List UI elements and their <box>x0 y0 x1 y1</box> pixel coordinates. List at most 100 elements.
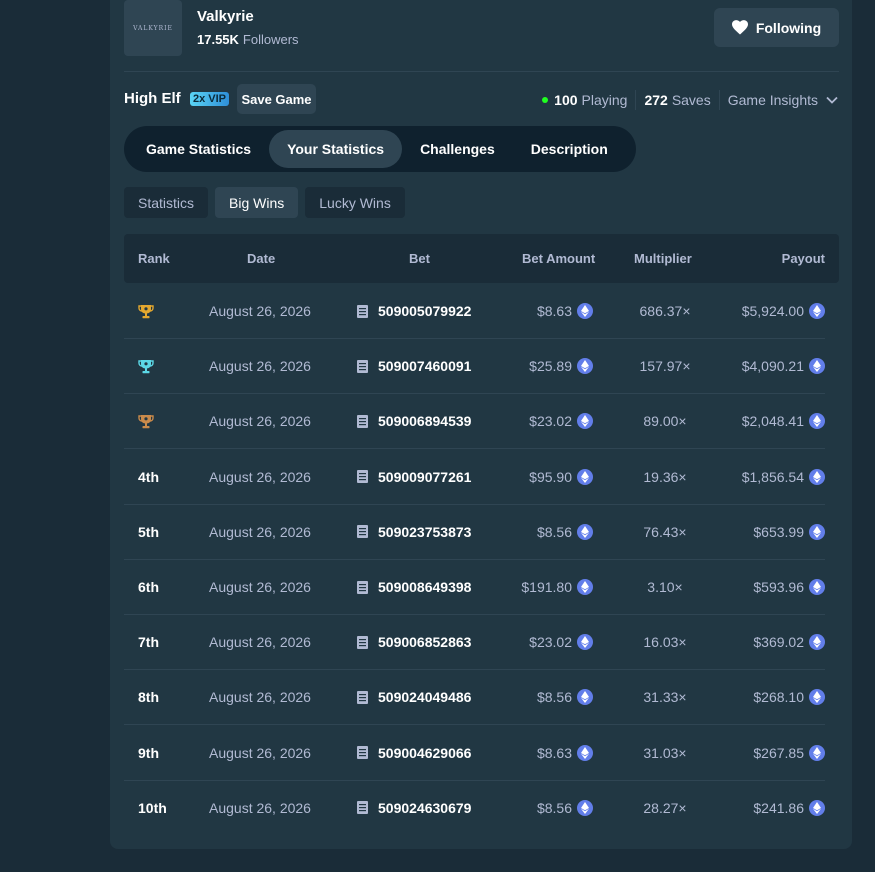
bet-amount-cell: $8.56 <box>537 505 593 559</box>
following-button[interactable]: Following <box>714 8 839 47</box>
bet-link[interactable]: 509009077261 <box>357 450 471 504</box>
eth-icon <box>809 358 825 375</box>
bet-link[interactable]: 509006894539 <box>357 394 471 448</box>
subtab-big-wins[interactable]: Big Wins <box>215 187 299 218</box>
meta-separator <box>718 90 720 110</box>
bet-id: 509004629066 <box>378 744 472 761</box>
table-row[interactable]: August 26, 2026 509007460091 $25.89 157.97×… <box>124 339 825 395</box>
table-row[interactable]: August 26, 2026 509005079922 $8.63 686.37× $… <box>124 284 825 339</box>
bet-link[interactable]: 509004629066 <box>357 726 471 780</box>
payout-cell: $5,924.00 <box>742 284 825 338</box>
rank-cell: 9th <box>138 744 159 761</box>
multiplier-cell: 28.27× <box>643 799 687 816</box>
date-cell: August 26, 2026 <box>209 523 311 540</box>
eth-icon <box>577 413 593 430</box>
bet-link[interactable]: 509023753873 <box>357 505 471 559</box>
bet-amount-cell: $25.89 <box>529 339 593 393</box>
provider-name[interactable]: Valkyrie <box>197 8 254 25</box>
game-insights-label: Game Insights <box>727 92 818 108</box>
header-date: Date <box>247 251 276 266</box>
online-dot-icon <box>542 97 549 103</box>
followers-count: 17.55K <box>197 32 239 47</box>
date-cell: August 26, 2026 <box>209 303 311 319</box>
header-multiplier: Multiplier <box>634 251 692 266</box>
multiplier-cell: 16.03× <box>643 634 687 651</box>
bet-id: 509024049486 <box>378 689 472 706</box>
trophy-gold-icon <box>138 304 154 318</box>
playing-count: 100 <box>554 92 578 108</box>
bet-amount-value: $8.63 <box>536 303 572 319</box>
rank-cell: 6th <box>138 579 159 595</box>
payout-cell: $267.85 <box>753 726 825 780</box>
header-bet: Bet <box>409 251 430 266</box>
rank-cell: 8th <box>138 689 159 706</box>
eth-icon <box>577 468 593 485</box>
eth-icon <box>577 358 593 375</box>
bet-link[interactable]: 509006852863 <box>357 615 471 669</box>
payout-cell: $2,048.41 <box>742 394 825 448</box>
bet-amount-cell: $23.02 <box>529 394 593 448</box>
tab-your-statistics[interactable]: Your Statistics <box>269 130 403 168</box>
eth-icon <box>577 799 593 816</box>
tab-game-statistics[interactable]: Game Statistics <box>128 130 269 168</box>
meta-separator <box>635 90 637 110</box>
multiplier-cell: 31.33× <box>643 689 687 706</box>
date-cell: August 26, 2026 <box>209 744 311 761</box>
tab-challenges[interactable]: Challenges <box>402 130 513 168</box>
table-header: Rank Date Bet Bet Amount Multiplier Payo… <box>124 234 839 283</box>
table-row[interactable]: 9th August 26, 2026 509004629066 $8.63 31.03… <box>124 726 825 781</box>
payout-value: $267.85 <box>753 744 804 761</box>
payout-cell: $1,856.54 <box>742 450 825 504</box>
bet-amount-value: $8.56 <box>536 689 572 706</box>
receipt-icon <box>357 359 368 373</box>
bet-id: 509005079922 <box>378 303 472 319</box>
header-payout: Payout <box>781 251 825 266</box>
bet-amount-cell: $191.80 <box>521 560 593 614</box>
provider-logo[interactable]: VALKYRIE <box>124 0 182 56</box>
bet-link[interactable]: 509024049486 <box>357 670 471 724</box>
table-row[interactable]: 10th August 26, 2026 509024630679 $8.56 28.2… <box>124 781 825 836</box>
bet-link[interactable]: 509008649398 <box>357 560 471 614</box>
bet-link[interactable]: 509007460091 <box>357 339 471 393</box>
table-row[interactable]: August 26, 2026 509006894539 $23.02 89.00× $… <box>124 394 825 450</box>
receipt-icon <box>357 690 368 704</box>
receipt-icon <box>357 635 368 649</box>
multiplier-cell: 31.03× <box>643 744 687 761</box>
game-insights-dropdown[interactable]: Game Insights <box>728 92 838 108</box>
vip-badge: 2x VIP <box>190 92 230 106</box>
stats-tabs: Game Statistics Your Statistics Challeng… <box>124 126 636 172</box>
bet-id: 509007460091 <box>378 358 472 375</box>
table-row[interactable]: 7th August 26, 2026 509006852863 $23.02 16.0… <box>124 615 825 671</box>
save-game-button[interactable]: Save Game <box>237 84 316 114</box>
rank-cell: 10th <box>138 799 167 816</box>
bet-id: 509024630679 <box>378 799 472 816</box>
bet-amount-cell: $8.63 <box>537 284 593 338</box>
bet-amount-value: $191.80 <box>521 579 572 595</box>
multiplier-cell: 19.36× <box>643 468 687 485</box>
statistics-subtabs: Statistics Big Wins Lucky Wins <box>124 187 405 218</box>
table-row[interactable]: 6th August 26, 2026 509008649398 $191.80 3.1… <box>124 560 825 615</box>
bet-link[interactable]: 509005079922 <box>357 284 471 338</box>
table-row[interactable]: 5th August 26, 2026 509023753873 $8.56 76.43… <box>124 505 825 560</box>
receipt-icon <box>357 470 368 484</box>
eth-icon <box>809 799 825 816</box>
bet-id: 509006894539 <box>378 413 472 430</box>
game-panel: VALKYRIE Valkyrie 17.55K Followers Follow… <box>110 0 852 849</box>
table-row[interactable]: 8th August 26, 2026 509024049486 $8.56 31.33… <box>124 670 825 726</box>
header-bet-amount: Bet Amount <box>522 251 596 266</box>
payout-value: $2,048.41 <box>741 413 804 430</box>
bet-amount-cell: $8.63 <box>537 726 593 780</box>
payout-value: $241.86 <box>753 799 804 816</box>
multiplier-cell: 157.97× <box>639 358 691 375</box>
bet-amount-cell: $8.56 <box>537 670 593 724</box>
eth-icon <box>809 468 825 485</box>
subtab-statistics[interactable]: Statistics <box>124 187 209 218</box>
receipt-icon <box>357 580 368 594</box>
tab-description[interactable]: Description <box>513 130 626 168</box>
table-row[interactable]: 4th August 26, 2026 509009077261 $95.90 19.3… <box>124 450 825 505</box>
eth-icon <box>577 523 593 540</box>
payout-value: $369.02 <box>753 634 804 651</box>
bet-link[interactable]: 509024630679 <box>357 781 471 835</box>
subtab-lucky-wins[interactable]: Lucky Wins <box>305 187 405 218</box>
payout-value: $268.10 <box>753 689 804 706</box>
